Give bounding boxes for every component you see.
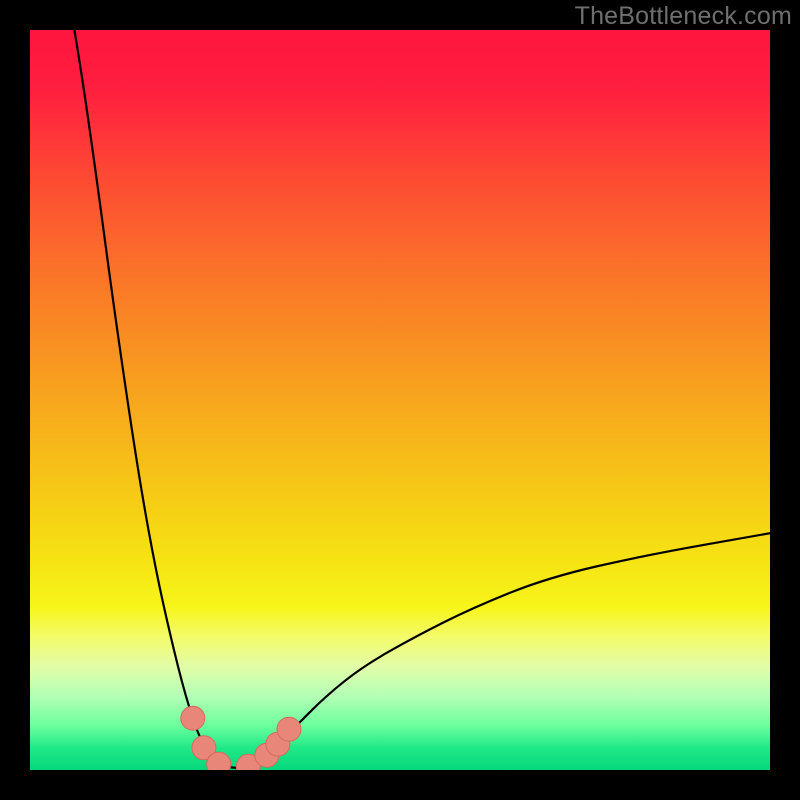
- curve-layer: [30, 30, 770, 770]
- curve-markers: [181, 706, 301, 770]
- curve-marker: [181, 706, 205, 730]
- chart-stage: TheBottleneck.com: [0, 0, 800, 800]
- watermark-text: TheBottleneck.com: [575, 2, 792, 31]
- plot-area: [30, 30, 770, 770]
- bottleneck-curve: [74, 30, 770, 768]
- curve-marker: [277, 717, 301, 741]
